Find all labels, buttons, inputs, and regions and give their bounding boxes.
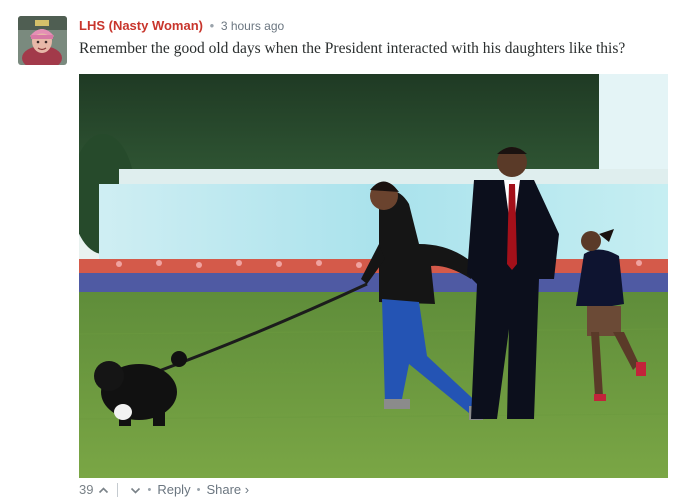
- footer-separator: •: [196, 484, 201, 496]
- vote-divider: [117, 483, 119, 497]
- footer-separator: •: [147, 484, 152, 496]
- vote-count: 39: [79, 482, 94, 497]
- photo-image: [79, 74, 668, 478]
- avatar-image: [18, 16, 67, 65]
- timestamp[interactable]: 3 hours ago: [221, 19, 284, 33]
- comment-text: Remember the good old days when the Pres…: [79, 40, 626, 57]
- header-separator: •: [209, 18, 215, 33]
- comment-header: LHS (Nasty Woman) • 3 hours ago: [79, 17, 284, 35]
- upvote-button[interactable]: [98, 485, 109, 496]
- author-name[interactable]: LHS (Nasty Woman): [79, 18, 203, 33]
- share-button[interactable]: Share ›: [206, 482, 249, 498]
- chevron-down-icon: [131, 487, 141, 494]
- reply-button[interactable]: Reply: [157, 482, 190, 498]
- comment-footer: 39 • Reply • Share ›: [79, 482, 249, 498]
- comment: LHS (Nasty Woman) • 3 hours ago Remember…: [0, 0, 689, 504]
- avatar[interactable]: [18, 16, 67, 65]
- chevron-up-icon: [99, 486, 109, 493]
- downvote-button[interactable]: [130, 485, 141, 496]
- comment-photo[interactable]: [79, 74, 668, 478]
